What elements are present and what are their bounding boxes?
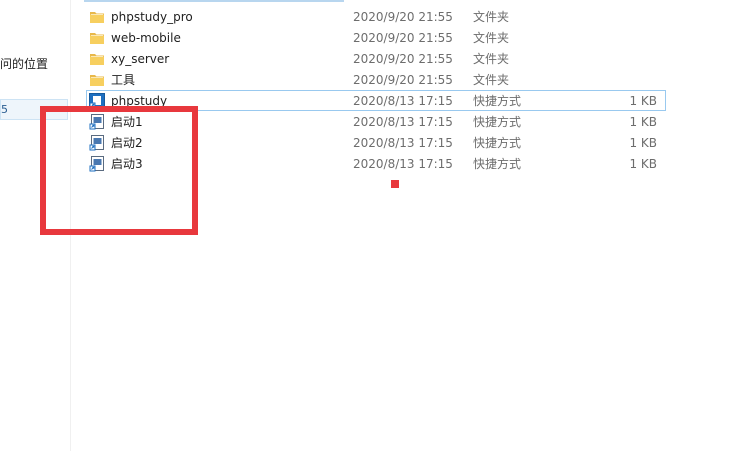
- annotation-highlight-box: [40, 106, 198, 235]
- file-date: 2020/9/20 21:55: [353, 30, 453, 45]
- folder-icon: [89, 51, 105, 67]
- file-name: web-mobile: [111, 30, 181, 45]
- file-date: 2020/8/13 17:15: [353, 135, 453, 150]
- file-type: 文件夹: [473, 10, 510, 24]
- file-name: 工具: [111, 73, 136, 87]
- file-date: 2020/8/13 17:15: [353, 114, 453, 129]
- nav-item-selected-label: 5: [1, 103, 8, 116]
- file-name: phpstudy_pro: [111, 9, 193, 24]
- file-size: 1 KB: [629, 135, 657, 150]
- file-date: 2020/9/20 21:55: [353, 51, 453, 66]
- file-type: 快捷方式: [473, 115, 522, 129]
- file-size: 1 KB: [629, 93, 657, 108]
- list-item-folder[interactable]: web-mobile 2020/9/20 21:55 文件夹: [86, 27, 666, 48]
- list-item-folder[interactable]: phpstudy_pro 2020/9/20 21:55 文件夹: [86, 6, 666, 27]
- file-type: 快捷方式: [473, 94, 522, 108]
- file-date: 2020/9/20 21:55: [353, 72, 453, 87]
- list-item-folder[interactable]: xy_server 2020/9/20 21:55 文件夹: [86, 48, 666, 69]
- file-type: 文件夹: [473, 31, 510, 45]
- file-type: 快捷方式: [473, 136, 522, 150]
- file-date: 2020/8/13 17:15: [353, 93, 453, 108]
- folder-icon: [89, 72, 105, 88]
- column-header-accent: [84, 0, 344, 2]
- folder-icon: [89, 9, 105, 25]
- file-size: 1 KB: [629, 114, 657, 129]
- folder-icon: [89, 30, 105, 46]
- file-type: 快捷方式: [473, 157, 522, 171]
- file-date: 2020/9/20 21:55: [353, 9, 453, 24]
- file-name: xy_server: [111, 51, 170, 66]
- list-item-folder[interactable]: 工具 2020/9/20 21:55 文件夹: [86, 69, 666, 90]
- nav-item-recent-locations[interactable]: 问的位置: [0, 55, 48, 72]
- file-date: 2020/8/13 17:15: [353, 156, 453, 171]
- file-type: 文件夹: [473, 73, 510, 87]
- file-size: 1 KB: [629, 156, 657, 171]
- file-type: 文件夹: [473, 52, 510, 66]
- annotation-marker-dot: [391, 180, 399, 188]
